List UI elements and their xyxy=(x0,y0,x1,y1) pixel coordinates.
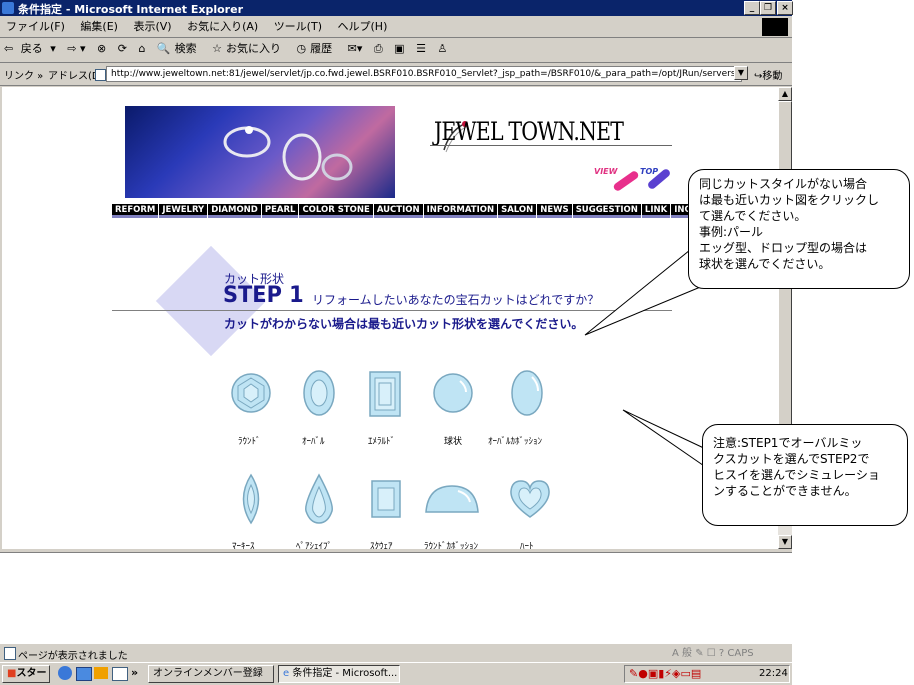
callout-top-line2: は最も近いカット図をクリックし xyxy=(699,193,880,207)
callout-top-line4: 事例:パール xyxy=(699,225,764,239)
callout-top-line6: 球状を選んでください。 xyxy=(699,257,831,271)
callout-top-line1: 同じカットスタイルがない場合 xyxy=(699,177,868,191)
callout-bottom: 注意:STEP1でオーバルミッ クスカットを選んでSTEP2で ヒスイを選んでシ… xyxy=(702,424,908,526)
callout-bottom-line1: 注意:STEP1でオーバルミッ xyxy=(713,436,863,450)
callout-top-line5: エッグ型、ドロップ型の場合は xyxy=(699,241,868,255)
callout-bottom-line3: ヒスイを選んでシミュレーショ xyxy=(713,468,880,482)
callout-pointers xyxy=(584,249,711,471)
callout-bottom-line4: ンすることができません。 xyxy=(713,484,857,498)
callout-top-line3: て選んでください。 xyxy=(699,209,807,223)
callout-top: 同じカットスタイルがない場合 は最も近いカット図をクリックし て選んでください。… xyxy=(688,169,910,289)
callout-bottom-line2: クスカットを選んでSTEP2で xyxy=(713,452,870,466)
